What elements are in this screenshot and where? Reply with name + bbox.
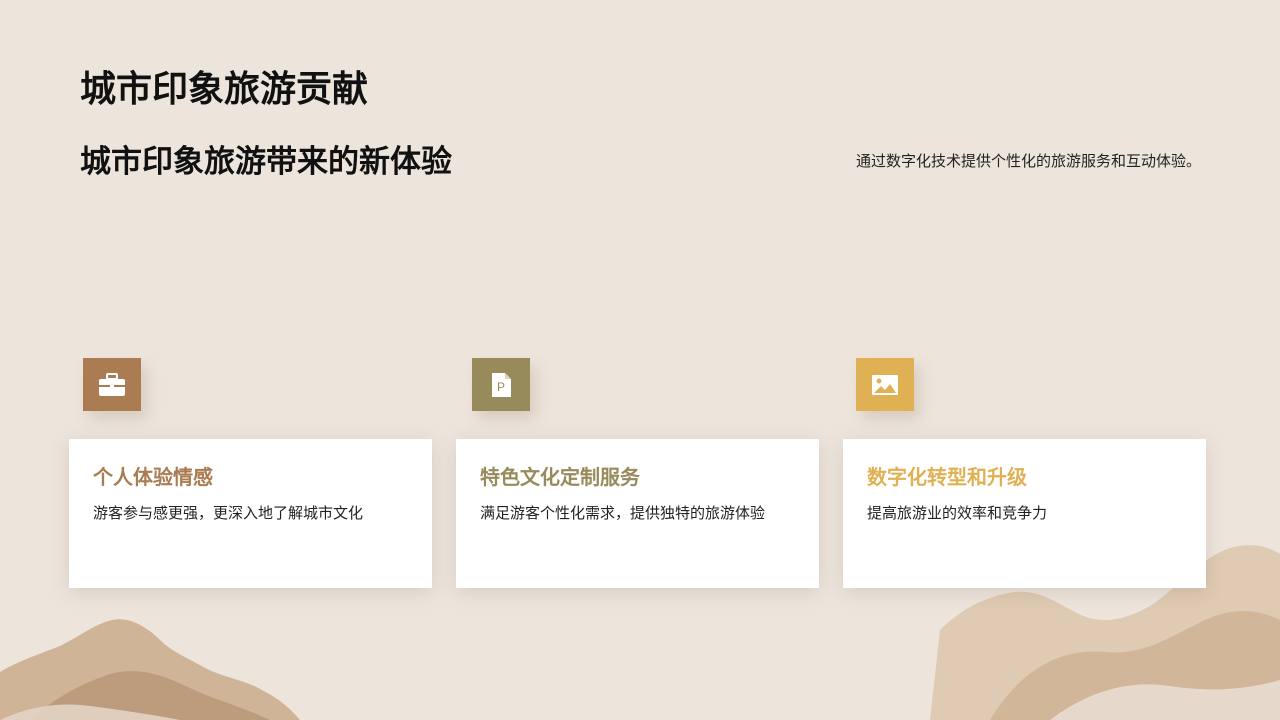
card-text: 满足游客个性化需求，提供独特的旅游体验 [480, 504, 766, 522]
briefcase-icon [99, 372, 125, 396]
slide-description: 通过数字化技术提供个性化的旅游服务和互动体验。 [856, 152, 1202, 170]
document-p-icon: P [492, 372, 511, 397]
card-title: 特色文化定制服务 [480, 465, 640, 489]
card-digital-transformation: 数字化转型和升级 提高旅游业的效率和竞争力 [843, 439, 1206, 588]
card-1-icon-box [83, 358, 141, 411]
landscape-decoration-left [0, 619, 300, 720]
card-custom-culture-service: 特色文化定制服务 满足游客个性化需求，提供独特的旅游体验 [456, 439, 819, 588]
card-text: 游客参与感更强，更深入地了解城市文化 [93, 504, 364, 522]
card-text: 提高旅游业的效率和竞争力 [867, 504, 1048, 522]
image-icon [872, 374, 898, 395]
card-3-icon-box [856, 358, 914, 411]
card-title: 个人体验情感 [93, 465, 213, 489]
slide-title: 城市印象旅游贡献 [80, 69, 369, 110]
card-title: 数字化转型和升级 [867, 465, 1027, 489]
card-personal-experience: 个人体验情感 游客参与感更强，更深入地了解城市文化 [69, 439, 432, 588]
slide-subtitle: 城市印象旅游带来的新体验 [80, 144, 452, 180]
card-2-icon-box: P [472, 358, 530, 411]
svg-text:P: P [497, 380, 505, 394]
